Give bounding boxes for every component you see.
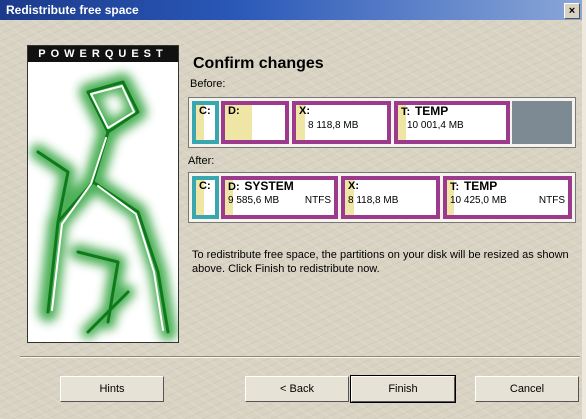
instruction-text: To redistribute free space, the partitio… (192, 249, 569, 275)
after-label: After: (188, 155, 215, 167)
close-icon[interactable]: × (564, 3, 580, 19)
partition-letter: T: (450, 181, 460, 193)
partition-size: 10 425,0 MB (450, 195, 507, 206)
cancel-button[interactable]: Cancel (475, 376, 579, 402)
partition-x-before[interactable]: X: 8 118,8 MB (292, 101, 391, 144)
partition-letter: T: (401, 106, 411, 118)
title-bar: Redistribute free space × (0, 0, 582, 20)
partition-letter: C: (199, 180, 211, 192)
partition-c-before[interactable]: C: (192, 101, 219, 144)
partition-filesystem: NTFS (538, 195, 565, 206)
partition-letter: D: (228, 181, 240, 193)
brand-panel: POWERQUEST (27, 45, 179, 343)
partition-letter: X: (299, 105, 310, 117)
partition-name: SYSTEM (244, 179, 294, 193)
partition-name: TEMP (463, 179, 498, 193)
partition-t-before[interactable]: T: TEMP 10 001,4 MB (394, 101, 510, 144)
partition-letter: D: (228, 105, 240, 117)
partition-filesystem: NTFS (304, 195, 331, 206)
partition-size: 8 118,8 MB (308, 120, 359, 131)
partition-c-after[interactable]: C: (192, 176, 219, 219)
page-title: Confirm changes (193, 55, 324, 72)
partition-size: 9 585,6 MB (228, 195, 280, 206)
partition-d-after[interactable]: D: SYSTEM 9 585,6 MB NTFS (221, 176, 338, 219)
window-title: Redistribute free space (6, 3, 139, 17)
partition-d-before[interactable]: D: (221, 101, 289, 144)
brand-artwork-graphic (30, 73, 177, 341)
partition-size: 8 118,8 MB (348, 195, 399, 206)
partition-name: TEMP (414, 104, 449, 118)
finish-button[interactable]: Finish (350, 375, 456, 403)
disk-map-after: C: D: SYSTEM 9 585,6 MB NTFS X: 8 118,8 … (188, 172, 576, 223)
partition-x-after[interactable]: X: 8 118,8 MB (341, 176, 440, 219)
brand-logo: POWERQUEST (28, 46, 178, 62)
partition-size: 10 001,4 MB (407, 120, 464, 131)
back-button[interactable]: < Back (245, 376, 349, 402)
unallocated-space[interactable] (512, 101, 572, 144)
disk-map-before: C: D: X: 8 118,8 MB T: TEMP 10 001,4 MB (188, 97, 576, 148)
partition-t-after[interactable]: T: TEMP 10 425,0 MB NTFS (443, 176, 572, 219)
partition-letter: X: (348, 180, 359, 192)
divider (20, 356, 580, 358)
partition-letter: C: (199, 105, 211, 117)
hints-button[interactable]: Hints (60, 376, 164, 402)
dialog-window: Redistribute free space × POWERQUEST Con… (0, 0, 586, 419)
before-label: Before: (190, 78, 226, 90)
